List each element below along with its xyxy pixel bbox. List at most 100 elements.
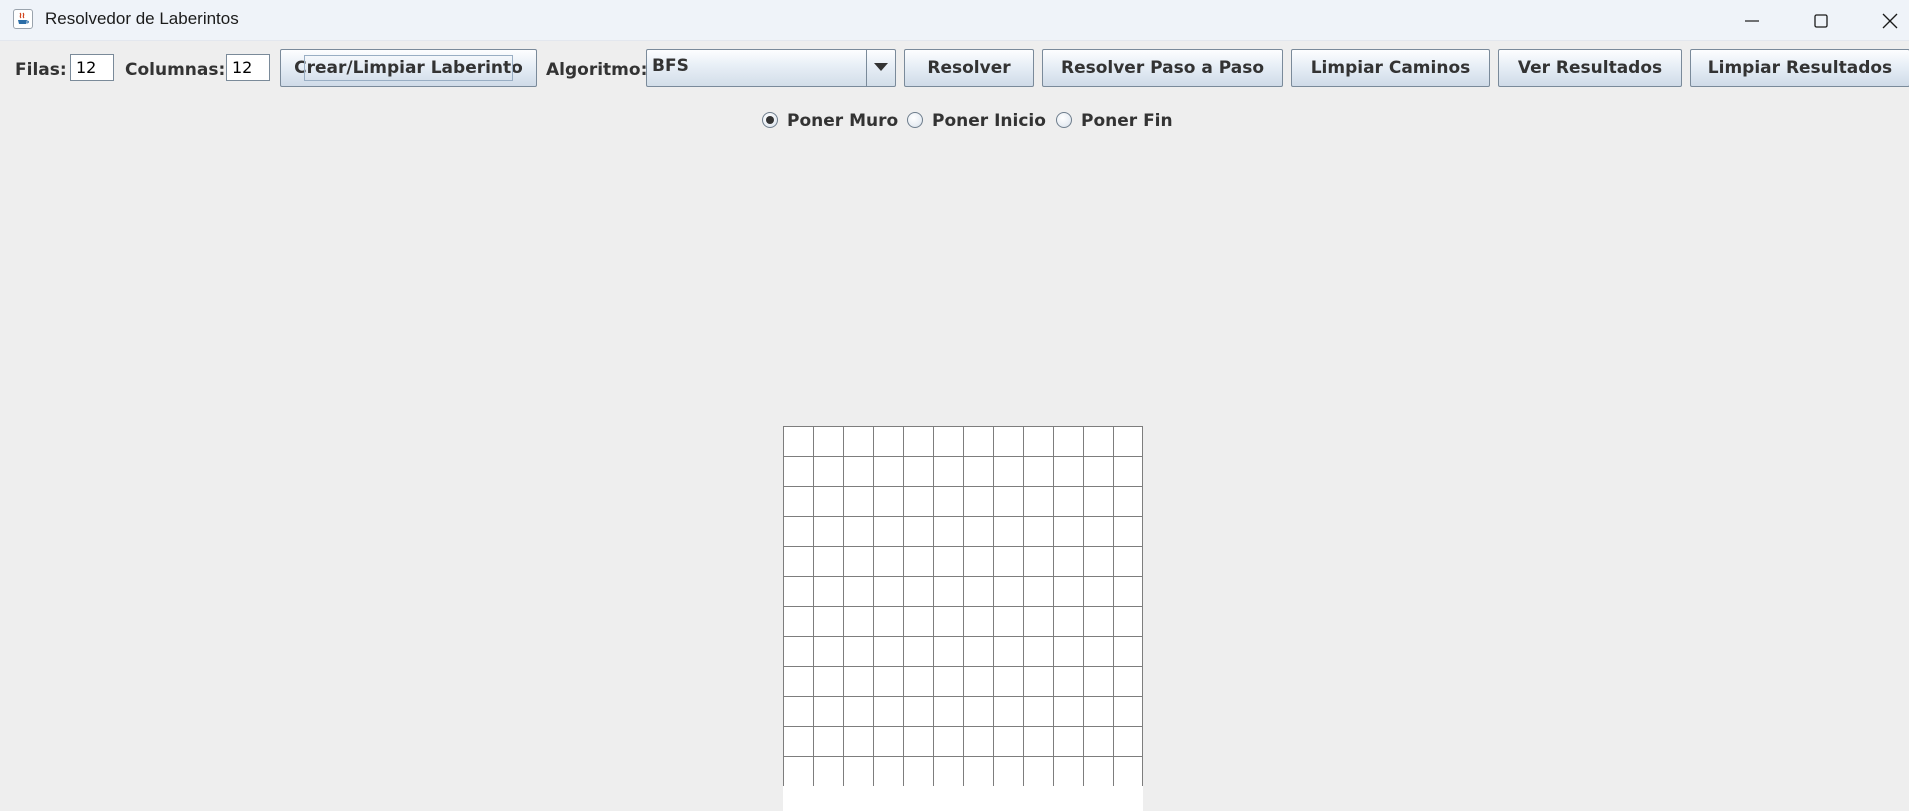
limpiar-resultados-button[interactable]: Limpiar Resultados: [1690, 49, 1909, 87]
maze-cell[interactable]: [813, 666, 843, 696]
maze-cell[interactable]: [903, 606, 933, 636]
maze-cell[interactable]: [873, 696, 903, 726]
maze-cell[interactable]: [843, 456, 873, 486]
maze-cell[interactable]: [933, 696, 963, 726]
maze-cell[interactable]: [1113, 576, 1143, 606]
maze-cell[interactable]: [963, 606, 993, 636]
maze-cell[interactable]: [963, 756, 993, 786]
maze-cell[interactable]: [783, 516, 813, 546]
radio-button[interactable]: [1056, 112, 1072, 128]
maze-cell[interactable]: [1083, 576, 1113, 606]
maze-cell[interactable]: [1053, 636, 1083, 666]
maze-cell[interactable]: [1023, 756, 1053, 786]
maze-cell[interactable]: [903, 456, 933, 486]
maze-cell[interactable]: [963, 726, 993, 756]
resolver-paso-a-paso-button[interactable]: Resolver Paso a Paso: [1042, 49, 1283, 87]
maze-cell[interactable]: [1113, 456, 1143, 486]
maze-cell[interactable]: [1083, 636, 1113, 666]
radio-button-checked[interactable]: [762, 112, 778, 128]
maze-cell[interactable]: [903, 516, 933, 546]
maze-cell[interactable]: [1023, 456, 1053, 486]
maze-cell[interactable]: [963, 456, 993, 486]
maze-cell[interactable]: [873, 486, 903, 516]
maze-cell[interactable]: [813, 756, 843, 786]
maze-cell[interactable]: [1113, 486, 1143, 516]
maze-cell[interactable]: [963, 426, 993, 456]
maze-cell[interactable]: [1113, 546, 1143, 576]
maze-cell[interactable]: [1053, 546, 1083, 576]
maze-cell[interactable]: [813, 456, 843, 486]
maze-cell[interactable]: [843, 486, 873, 516]
maze-cell[interactable]: [993, 516, 1023, 546]
maze-cell[interactable]: [843, 696, 873, 726]
maze-cell[interactable]: [1083, 756, 1113, 786]
maze-cell[interactable]: [903, 426, 933, 456]
maze-cell[interactable]: [873, 636, 903, 666]
maze-cell[interactable]: [993, 456, 1023, 486]
maze-cell[interactable]: [933, 486, 963, 516]
algoritmo-dropdown-button[interactable]: [866, 50, 895, 86]
columnas-input[interactable]: 12: [226, 54, 270, 81]
maze-cell[interactable]: [1053, 426, 1083, 456]
maze-cell[interactable]: [1113, 696, 1143, 726]
radio-button[interactable]: [907, 112, 923, 128]
maze-cell[interactable]: [1023, 636, 1053, 666]
maze-cell[interactable]: [993, 576, 1023, 606]
maze-cell[interactable]: [933, 456, 963, 486]
maze-cell[interactable]: [873, 426, 903, 456]
maze-cell[interactable]: [903, 636, 933, 666]
maze-cell[interactable]: [1113, 426, 1143, 456]
maze-cell[interactable]: [1053, 486, 1083, 516]
minimize-button[interactable]: [1717, 0, 1785, 40]
maze-cell[interactable]: [993, 666, 1023, 696]
maze-cell[interactable]: [903, 696, 933, 726]
maze-cell[interactable]: [1113, 606, 1143, 636]
maze-cell[interactable]: [873, 666, 903, 696]
maze-cell[interactable]: [783, 546, 813, 576]
maze-cell[interactable]: [843, 756, 873, 786]
maze-cell[interactable]: [1083, 486, 1113, 516]
maze-cell[interactable]: [843, 546, 873, 576]
maze-cell[interactable]: [993, 546, 1023, 576]
maze-cell[interactable]: [813, 606, 843, 636]
maze-cell[interactable]: [843, 606, 873, 636]
maze-cell[interactable]: [1023, 516, 1053, 546]
crear-limpiar-laberinto-button[interactable]: Crear/Limpiar Laberinto: [280, 49, 537, 87]
maze-cell[interactable]: [993, 636, 1023, 666]
maze-cell[interactable]: [1023, 606, 1053, 636]
maze-cell[interactable]: [1053, 606, 1083, 636]
maze-cell[interactable]: [843, 426, 873, 456]
maze-cell[interactable]: [1083, 696, 1113, 726]
maze-cell[interactable]: [993, 756, 1023, 786]
maze-cell[interactable]: [903, 666, 933, 696]
maze-cell[interactable]: [813, 576, 843, 606]
ver-resultados-button[interactable]: Ver Resultados: [1498, 49, 1682, 87]
java-app-icon[interactable]: [13, 9, 33, 29]
maze-cell[interactable]: [1023, 666, 1053, 696]
maze-cell[interactable]: [783, 486, 813, 516]
maze-cell[interactable]: [1083, 456, 1113, 486]
maze-cell[interactable]: [933, 426, 963, 456]
maze-cell[interactable]: [1053, 516, 1083, 546]
maze-cell[interactable]: [993, 696, 1023, 726]
maze-cell[interactable]: [963, 486, 993, 516]
maze-cell[interactable]: [1113, 516, 1143, 546]
maze-cell[interactable]: [903, 546, 933, 576]
maze-cell[interactable]: [783, 666, 813, 696]
maze-cell[interactable]: [873, 456, 903, 486]
maze-cell[interactable]: [873, 516, 903, 546]
maze-cell[interactable]: [1023, 546, 1053, 576]
maze-cell[interactable]: [1053, 576, 1083, 606]
maze-cell[interactable]: [783, 696, 813, 726]
maze-cell[interactable]: [1113, 726, 1143, 756]
maze-cell[interactable]: [1113, 636, 1143, 666]
maze-cell[interactable]: [1023, 726, 1053, 756]
maze-cell[interactable]: [1113, 756, 1143, 786]
maze-cell[interactable]: [843, 516, 873, 546]
maze-cell[interactable]: [843, 636, 873, 666]
maze-cell[interactable]: [783, 756, 813, 786]
resolver-button[interactable]: Resolver: [904, 49, 1034, 87]
maze-cell[interactable]: [933, 606, 963, 636]
maze-cell[interactable]: [933, 636, 963, 666]
maze-cell[interactable]: [873, 576, 903, 606]
